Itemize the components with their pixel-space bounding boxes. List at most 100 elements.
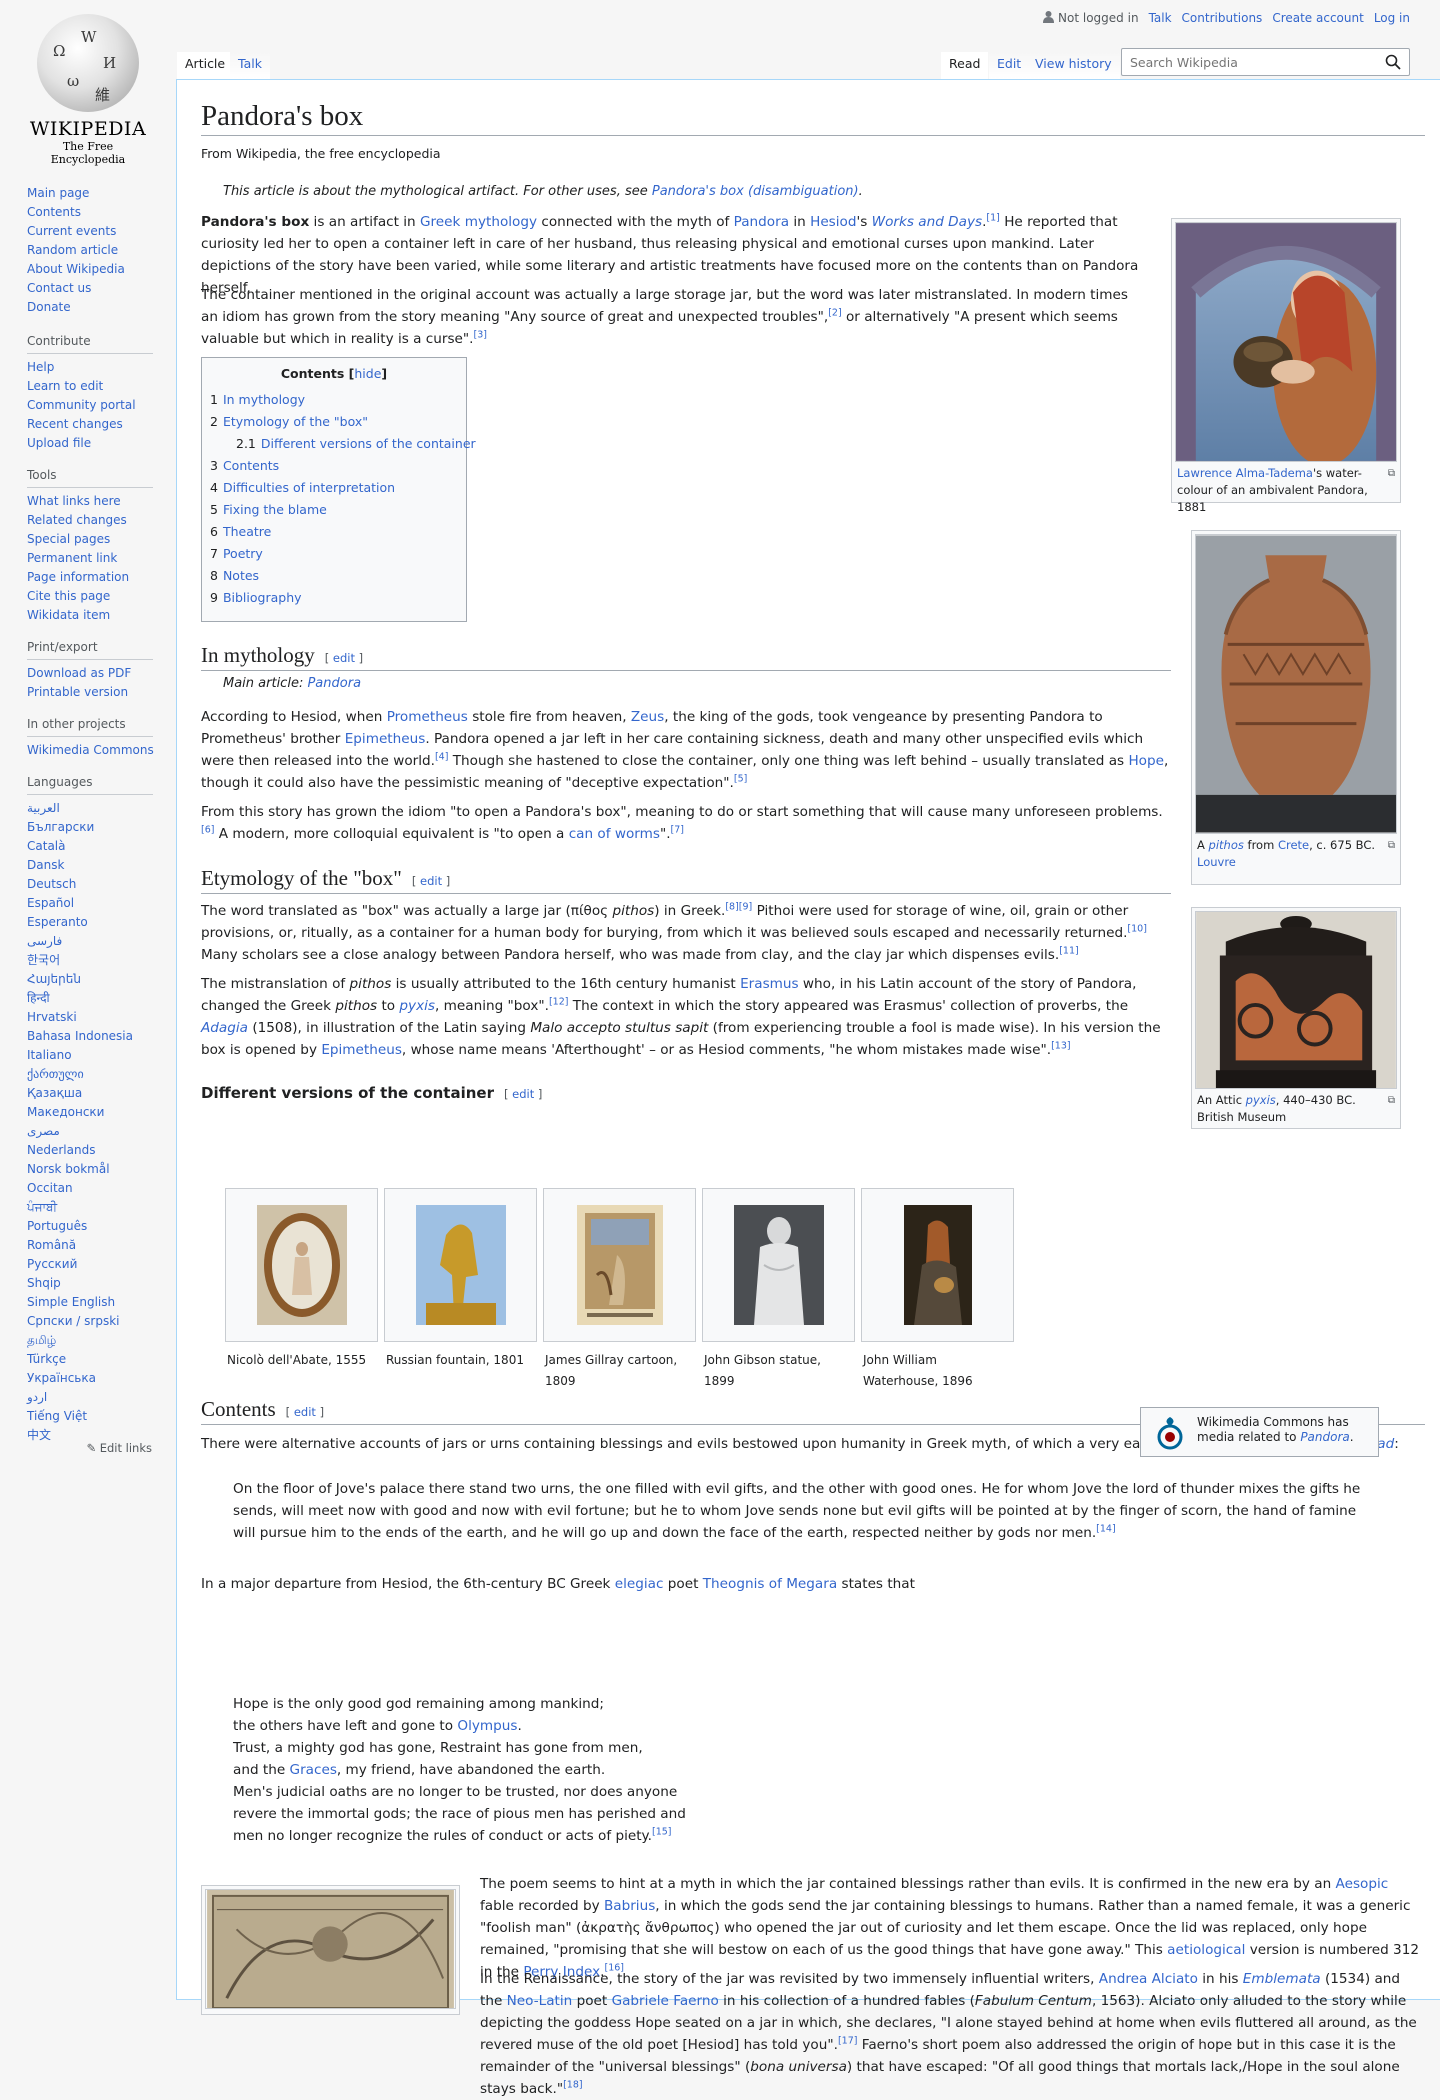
disambiguation-link[interactable]: Pandora's box (disambiguation): [652, 184, 859, 199]
toc-item[interactable]: 8 Notes: [210, 565, 458, 587]
nav-related-changes[interactable]: Related changes: [27, 513, 127, 527]
gallery-item[interactable]: [543, 1188, 696, 1342]
nav-help[interactable]: Help: [27, 360, 54, 374]
nav-wikidata-item[interactable]: Wikidata item: [27, 608, 110, 622]
personal-talk-link[interactable]: Talk: [1149, 11, 1172, 25]
edit-section-link[interactable]: edit: [294, 1405, 316, 1419]
pyxis-link[interactable]: pyxis: [1246, 1093, 1276, 1107]
language-link[interactable]: Русский: [27, 1257, 77, 1271]
language-link[interactable]: Español: [27, 896, 74, 910]
nav-permanent-link[interactable]: Permanent link: [27, 551, 117, 565]
language-link[interactable]: Simple English: [27, 1295, 115, 1309]
language-link[interactable]: 한국어: [27, 953, 60, 967]
nav-community-portal[interactable]: Community portal: [27, 398, 136, 412]
nav-main-page[interactable]: Main page: [27, 186, 89, 200]
enlarge-icon[interactable]: ⧉: [1388, 837, 1395, 854]
language-link[interactable]: اردو: [27, 1390, 47, 1404]
language-link[interactable]: Hrvatski: [27, 1010, 77, 1024]
gallery-item[interactable]: [225, 1188, 378, 1342]
enlarge-icon[interactable]: ⧉: [1388, 465, 1395, 482]
toc-item[interactable]: 9 Bibliography: [210, 587, 458, 609]
nav-current-events[interactable]: Current events: [27, 224, 116, 238]
gallery-item[interactable]: [861, 1188, 1014, 1342]
language-link[interactable]: فارسی: [27, 934, 62, 948]
crete-link[interactable]: Crete: [1278, 838, 1309, 852]
language-link[interactable]: Occitan: [27, 1181, 73, 1195]
language-link[interactable]: Български: [27, 820, 94, 834]
graces-link[interactable]: Graces: [290, 1762, 337, 1778]
language-link[interactable]: Română: [27, 1238, 76, 1252]
pithos-link[interactable]: pithos: [1209, 838, 1244, 852]
language-link[interactable]: Türkçe: [27, 1352, 66, 1366]
toc-item[interactable]: 7 Poetry: [210, 543, 458, 565]
tab-view-history[interactable]: View history: [1027, 52, 1120, 80]
language-link[interactable]: Português: [27, 1219, 87, 1233]
louvre-link[interactable]: Louvre: [1197, 855, 1236, 869]
nav-random-article[interactable]: Random article: [27, 243, 118, 257]
language-link[interactable]: Bahasa Indonesia: [27, 1029, 133, 1043]
contributions-link[interactable]: Contributions: [1182, 11, 1263, 25]
edit-links[interactable]: ✎ Edit links: [86, 1441, 152, 1455]
language-link[interactable]: Dansk: [27, 858, 64, 872]
language-link[interactable]: ਪੰਜਾਬੀ: [27, 1200, 57, 1214]
nav-page-information[interactable]: Page information: [27, 570, 129, 584]
enlarge-icon[interactable]: ⧉: [1388, 1092, 1395, 1109]
nav-printable-version[interactable]: Printable version: [27, 685, 128, 699]
language-link[interactable]: Norsk bokmål: [27, 1162, 110, 1176]
nav-upload-file[interactable]: Upload file: [27, 436, 91, 450]
nav-what-links-here[interactable]: What links here: [27, 494, 121, 508]
language-link[interactable]: Deutsch: [27, 877, 76, 891]
search-icon[interactable]: [1385, 54, 1401, 70]
log-in-link[interactable]: Log in: [1374, 11, 1410, 25]
engraving-thumbnail[interactable]: [201, 1885, 460, 2015]
nav-wikimedia-commons[interactable]: Wikimedia Commons: [27, 743, 154, 757]
toc-hide-link[interactable]: hide: [354, 366, 381, 381]
nav-download-pdf[interactable]: Download as PDF: [27, 666, 131, 680]
create-account-link[interactable]: Create account: [1272, 11, 1364, 25]
alma-tadema-link[interactable]: Lawrence Alma-Tadema: [1177, 466, 1313, 480]
tab-read[interactable]: Read: [941, 52, 989, 80]
language-link[interactable]: Shqip: [27, 1276, 61, 1290]
nav-contents[interactable]: Contents: [27, 205, 81, 219]
language-link[interactable]: Tiếng Việt: [27, 1409, 87, 1423]
toc-item[interactable]: 4 Difficulties of interpretation: [210, 477, 458, 499]
wikipedia-logo[interactable]: Ω W И ω 維 WIKIPEDIA The Free Encyclopedi…: [26, 14, 150, 166]
language-link[interactable]: Esperanto: [27, 915, 88, 929]
language-link[interactable]: Català: [27, 839, 65, 853]
language-link[interactable]: Nederlands: [27, 1143, 95, 1157]
nav-recent-changes[interactable]: Recent changes: [27, 417, 123, 431]
language-link[interactable]: Македонски: [27, 1105, 104, 1119]
toc-item[interactable]: 6 Theatre: [210, 521, 458, 543]
language-link[interactable]: ქართული: [27, 1067, 84, 1081]
olympus-link[interactable]: Olympus: [457, 1718, 517, 1734]
tab-edit[interactable]: Edit: [989, 52, 1030, 80]
nav-cite-this-page[interactable]: Cite this page: [27, 589, 110, 603]
nav-about[interactable]: About Wikipedia: [27, 262, 125, 276]
pyxis-thumbnail[interactable]: ⧉ An Attic pyxis, 440–430 BC. British Mus…: [1191, 907, 1401, 1129]
toc-item[interactable]: 2 Etymology of the "box": [210, 411, 458, 433]
edit-section-link[interactable]: edit: [420, 874, 442, 888]
nav-contact[interactable]: Contact us: [27, 281, 91, 295]
tab-talk[interactable]: Talk: [230, 52, 270, 80]
toc-item[interactable]: 3 Contents: [210, 455, 458, 477]
pithos-thumbnail[interactable]: ⧉ A pithos from Crete, c. 675 BC. Louvre: [1191, 530, 1401, 885]
toc-item[interactable]: 1 In mythology: [210, 389, 458, 411]
language-link[interactable]: 中文: [27, 1428, 51, 1442]
nav-donate[interactable]: Donate: [27, 300, 71, 314]
tab-article[interactable]: Article: [177, 52, 234, 80]
search-input[interactable]: [1128, 49, 1378, 75]
language-link[interactable]: مصرى: [27, 1124, 60, 1138]
language-link[interactable]: Српски / srpski: [27, 1314, 120, 1328]
language-link[interactable]: Қазақша: [27, 1086, 82, 1100]
language-link[interactable]: தமிழ்: [27, 1333, 56, 1347]
edit-section-link[interactable]: edit: [512, 1087, 534, 1101]
language-link[interactable]: العربية: [27, 801, 60, 815]
language-link[interactable]: Հայերեն: [27, 972, 81, 986]
commons-pandora-link[interactable]: Pandora: [1300, 1430, 1349, 1444]
edit-section-link[interactable]: edit: [333, 651, 355, 665]
gallery-item[interactable]: [702, 1188, 855, 1342]
language-link[interactable]: हिन्दी: [27, 991, 50, 1005]
alma-tadema-thumbnail[interactable]: ⧉ Lawrence Alma-Tadema's water-colour of …: [1171, 218, 1401, 514]
language-link[interactable]: Українська: [27, 1371, 96, 1385]
gallery-item[interactable]: [384, 1188, 537, 1342]
